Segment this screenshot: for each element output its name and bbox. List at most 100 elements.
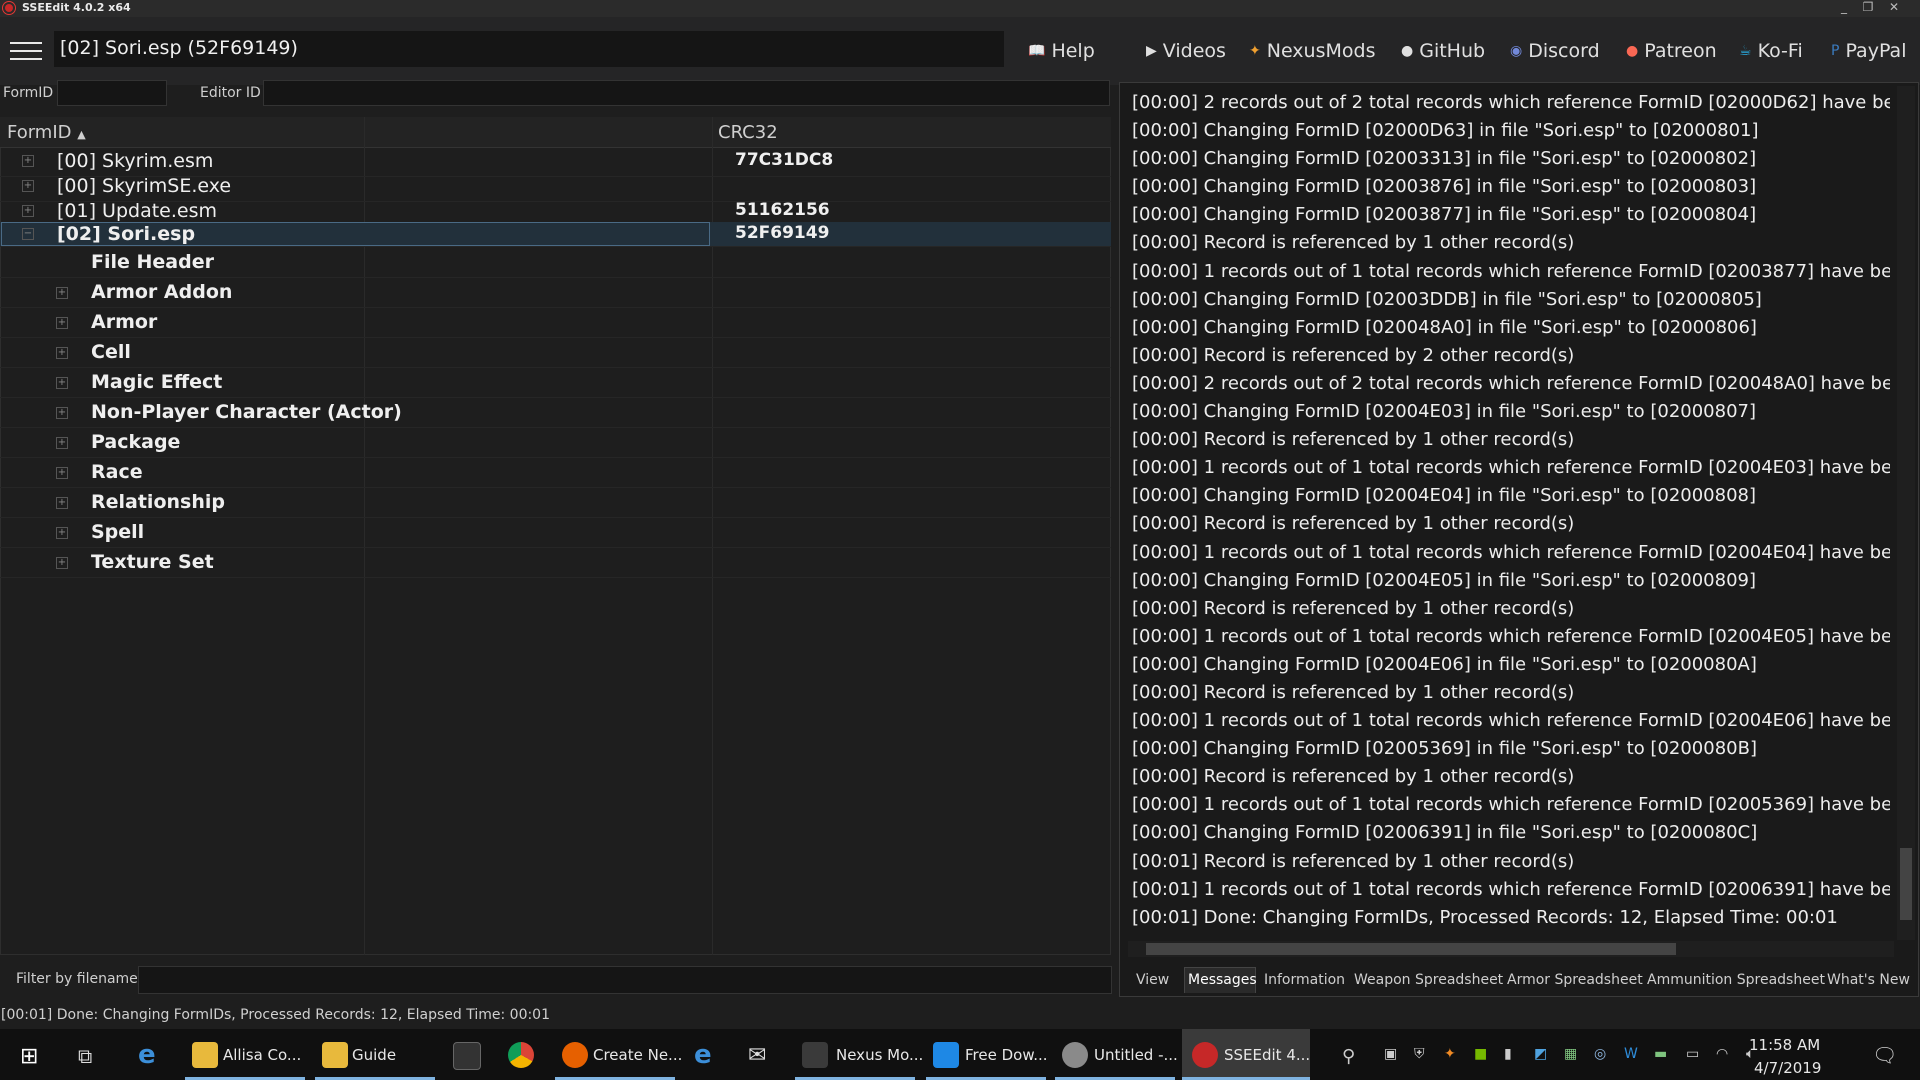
taskbar-app-label[interactable]: Free Dow... [965, 1046, 1048, 1064]
help-link[interactable]: 📖 Help [1028, 40, 1095, 62]
menu-icon[interactable] [10, 40, 42, 62]
wifi-icon[interactable]: ◠ [1716, 1046, 1728, 1062]
taskbar-app-label[interactable]: Nexus Mo... [836, 1046, 923, 1064]
notifications-icon[interactable]: 🗨︎ [1872, 1043, 1897, 1067]
tree-row-group[interactable]: + Magic Effect [0, 368, 1111, 398]
tab-information[interactable]: Information [1264, 972, 1345, 988]
expand-icon[interactable]: + [56, 377, 68, 389]
firefox-icon[interactable] [562, 1042, 588, 1068]
expand-icon[interactable]: + [56, 437, 68, 449]
tree-row-group[interactable]: + Non-Player Character (Actor) [0, 398, 1111, 428]
crc-value: 77C31DC8 [735, 150, 834, 170]
taskbar-app-label[interactable]: Guide [352, 1046, 396, 1064]
tree-row-group[interactable]: + Armor [0, 308, 1111, 338]
tree-row-group[interactable]: + Race [0, 458, 1111, 488]
tab-ammunition-spreadsheet[interactable]: Ammunition Spreadsheet [1647, 972, 1825, 988]
store-icon[interactable] [453, 1042, 481, 1070]
tree-row-group[interactable]: + Texture Set [0, 548, 1111, 578]
taskbar-app-label[interactable]: Create Ne... [593, 1046, 682, 1064]
formid-filter-input[interactable] [57, 80, 167, 106]
tray-app-icon[interactable]: ▣ [1384, 1046, 1397, 1062]
tree-row-group[interactable]: File Header [0, 248, 1111, 278]
clock-date[interactable]: 4/7/2019 [1754, 1059, 1821, 1077]
folder-icon[interactable] [192, 1042, 218, 1068]
tray-usb-icon[interactable]: ▮ [1504, 1046, 1512, 1062]
crc32-column-header[interactable]: CRC32 [718, 122, 778, 143]
tray-app-icon[interactable]: W [1624, 1046, 1638, 1062]
kofi-link[interactable]: ☕ Ko-Fi [1739, 40, 1803, 62]
taskbar-app-label[interactable]: Untitled -... [1094, 1046, 1178, 1064]
tray-shield-icon[interactable]: ⛨ [1414, 1046, 1425, 1062]
expand-icon[interactable]: + [56, 557, 68, 569]
restore-button[interactable]: ❐ [1856, 0, 1880, 17]
expand-icon[interactable]: + [56, 467, 68, 479]
editorid-filter-input[interactable] [263, 80, 1110, 106]
download-icon[interactable] [933, 1042, 959, 1068]
tree-row-group[interactable]: + Spell [0, 518, 1111, 548]
edge-icon[interactable]: e [138, 1040, 156, 1070]
videos-link[interactable]: ▶ Videos [1146, 40, 1226, 62]
task-view-icon[interactable]: ⧉ [78, 1044, 92, 1068]
tray-app-icon[interactable]: ▬ [1654, 1046, 1667, 1062]
discord-link[interactable]: ◉ Discord [1510, 40, 1600, 62]
expand-icon[interactable]: + [22, 155, 34, 167]
windows-start-icon[interactable]: ⊞ [20, 1044, 38, 1069]
patreon-link[interactable]: ● Patreon [1626, 40, 1717, 62]
close-button[interactable]: ✕ [1882, 0, 1906, 17]
clock-time[interactable]: 11:58 AM [1749, 1036, 1820, 1054]
folder-icon[interactable] [322, 1042, 348, 1068]
steam-icon[interactable]: ◎ [1594, 1046, 1606, 1062]
message-line: [00:00] Changing FormID [020048A0] in fi… [1132, 316, 1757, 338]
expand-icon[interactable]: + [56, 347, 68, 359]
nexus-icon[interactable] [802, 1042, 828, 1068]
expand-icon[interactable]: + [56, 497, 68, 509]
expand-icon[interactable]: + [56, 317, 68, 329]
message-line: [00:00] Changing FormID [02005369] in fi… [1132, 738, 1757, 760]
mail-icon[interactable]: ✉ [748, 1043, 766, 1068]
tab-view[interactable]: View [1136, 972, 1169, 988]
tray-app-icon[interactable]: ▦ [1564, 1046, 1577, 1062]
paint-icon[interactable] [1062, 1042, 1088, 1068]
message-line: [00:00] Record is referenced by 1 other … [1132, 681, 1575, 703]
messages-vertical-scrollbar[interactable] [1897, 86, 1915, 940]
taskbar-app-label[interactable]: SSEEdit 4... [1224, 1046, 1310, 1064]
messages-hscroll-thumb[interactable] [1146, 943, 1676, 955]
messages-scroll-thumb[interactable] [1900, 848, 1912, 920]
github-link[interactable]: ● GitHub [1401, 40, 1485, 62]
tab-armor-spreadsheet[interactable]: Armor Spreadsheet [1507, 972, 1643, 988]
editorid-filter-label: Editor ID [200, 85, 261, 101]
internet-explorer-icon[interactable]: e [694, 1040, 712, 1070]
group-name: File Header [91, 251, 214, 273]
expand-icon[interactable]: + [56, 527, 68, 539]
expand-icon[interactable]: + [56, 407, 68, 419]
expand-icon[interactable]: + [56, 287, 68, 299]
file-name: [01] Update.esm [57, 200, 217, 222]
battery-icon[interactable]: ▭ [1686, 1046, 1699, 1062]
sseedit-icon[interactable] [1192, 1042, 1218, 1068]
tab-whats-new[interactable]: What's New [1827, 972, 1910, 988]
chrome-icon[interactable] [508, 1042, 534, 1068]
paypal-link[interactable]: P PayPal [1831, 40, 1906, 62]
people-icon[interactable]: ⚲ [1342, 1046, 1355, 1067]
tree-row-group[interactable]: + Relationship [0, 488, 1111, 518]
messages-log[interactable]: [00:00] 2 records out of 2 total records… [1132, 89, 1890, 929]
app-icon [3, 2, 15, 14]
minimize-button[interactable]: _ [1832, 0, 1856, 17]
tray-app-icon[interactable]: ✦ [1444, 1046, 1456, 1062]
tab-messages[interactable]: Messages [1188, 972, 1257, 988]
tab-weapon-spreadsheet[interactable]: Weapon Spreadsheet [1354, 972, 1503, 988]
tree-row-group[interactable]: + Cell [0, 338, 1111, 368]
tree-row-group[interactable]: + Armor Addon [0, 278, 1111, 308]
filename-filter-label: Filter by filename: [16, 971, 143, 987]
formid-column-header[interactable]: FormID ▲ [7, 122, 86, 143]
nexusmods-link[interactable]: ✦ NexusMods [1249, 40, 1375, 62]
expand-icon[interactable]: + [22, 180, 34, 192]
filename-filter-input[interactable] [138, 966, 1112, 994]
taskbar-app-label[interactable]: Allisa Co... [223, 1046, 301, 1064]
tray-app-icon[interactable]: ◩ [1534, 1046, 1547, 1062]
nvidia-icon[interactable]: ■ [1474, 1046, 1487, 1062]
expand-icon[interactable]: + [22, 205, 34, 217]
message-line: [00:00] 1 records out of 1 total records… [1132, 710, 1890, 732]
tree-row-group[interactable]: + Package [0, 428, 1111, 458]
crc-value: 52F69149 [735, 223, 830, 243]
